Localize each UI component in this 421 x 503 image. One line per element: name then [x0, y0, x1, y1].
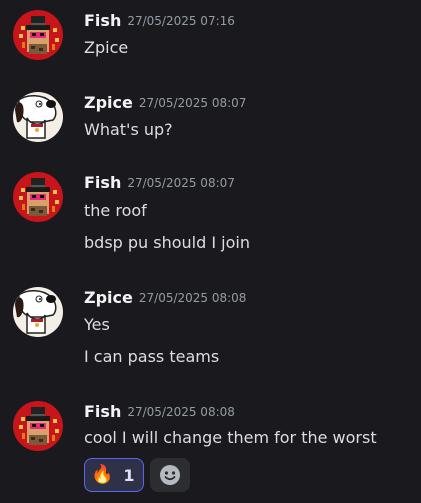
fire-icon: 🔥 — [91, 464, 114, 485]
fire-reaction-button[interactable]: 🔥 1 — [84, 458, 144, 492]
message-header: Fish 27/05/2025 07:16 — [84, 10, 235, 33]
zpice-avatar[interactable] — [13, 92, 63, 142]
timestamp: 27/05/2025 08:08 — [138, 291, 247, 305]
message-header: Zpice 27/05/2025 08:08 — [84, 287, 246, 310]
username[interactable]: Fish — [84, 173, 121, 192]
username[interactable]: Zpice — [84, 93, 133, 112]
timestamp: 27/05/2025 08:07 — [127, 176, 235, 190]
timestamp: 27/05/2025 08:07 — [138, 96, 247, 110]
message-header: Zpice 27/05/2025 08:07 — [84, 92, 246, 115]
message-header: Fish 27/05/2025 08:07 — [84, 172, 235, 195]
white-dog-cartoon-avatar-icon — [13, 92, 63, 142]
message-text: Zpice — [84, 38, 129, 57]
pixel-sprite-with-hat-avatar-icon — [13, 10, 63, 60]
reactions-bar: 🔥 1 — [84, 458, 190, 492]
add-reaction-button[interactable] — [149, 458, 190, 492]
message-text: What's up? — [84, 120, 173, 139]
pixel-sprite-with-hat-avatar-icon — [13, 172, 63, 222]
timestamp: 27/05/2025 08:08 — [127, 405, 235, 419]
message-text: Yes — [84, 315, 110, 334]
username[interactable]: Zpice — [84, 288, 133, 307]
fish-avatar[interactable] — [13, 172, 63, 222]
fish-avatar[interactable] — [13, 10, 63, 60]
timestamp: 27/05/2025 07:16 — [127, 14, 235, 28]
smiley-add-reaction-icon — [159, 465, 180, 485]
message-text: cool I will change them for the worst — [84, 428, 377, 447]
message-header: Fish 27/05/2025 08:08 — [84, 401, 235, 424]
reaction-count: 1 — [123, 465, 135, 485]
username[interactable]: Fish — [84, 11, 121, 30]
pixel-sprite-with-hat-avatar-icon — [13, 401, 63, 451]
chat-messages: Fish 27/05/2025 07:16 Zpice Zpice 27/05/20… — [0, 0, 421, 503]
fish-avatar[interactable] — [13, 401, 63, 451]
white-dog-cartoon-avatar-icon — [13, 287, 63, 337]
message-text: I can pass teams — [84, 347, 220, 366]
message-text: the roof — [84, 201, 147, 220]
username[interactable]: Fish — [84, 402, 121, 421]
message-text: bdsp pu should I join — [84, 233, 250, 252]
zpice-avatar[interactable] — [13, 287, 63, 337]
